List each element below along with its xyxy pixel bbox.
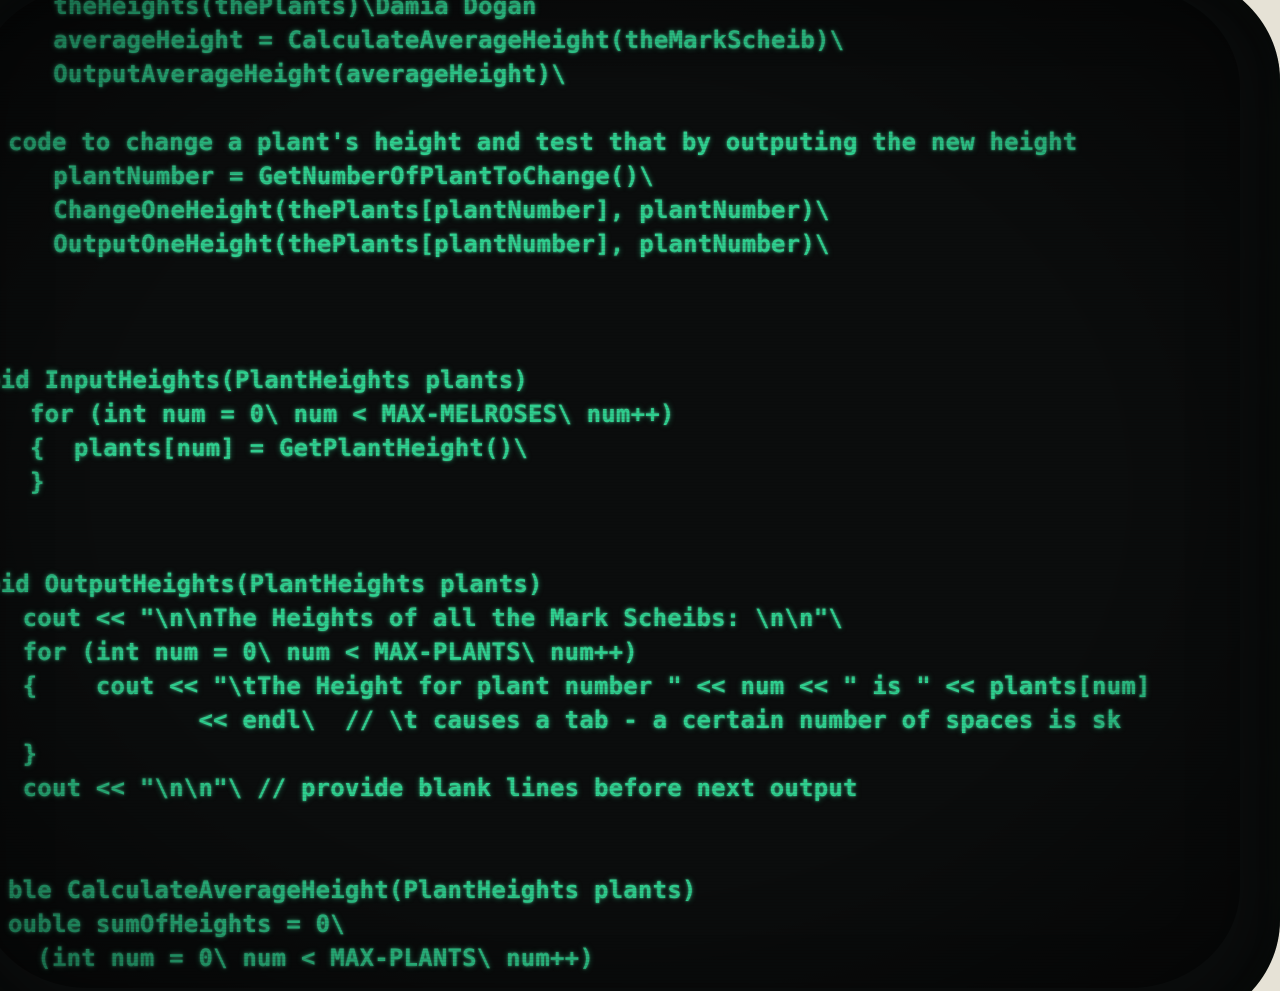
code-line: << endl\ // \t causes a tab - a certain …	[8, 706, 1122, 734]
code-line: for (int num = 0\ num < MAX-PLANTS\ num+…	[8, 638, 638, 666]
code-line: oid InputHeights(PlantHeights plants)	[0, 366, 529, 394]
code-line: cout << "\n\nThe Heights of all the Mark…	[8, 604, 844, 632]
code-line: ChangeOneHeight(thePlants[plantNumber], …	[0, 196, 830, 224]
crt-monitor-scene: theHeights(thePlants)\Damia Dogan averag…	[0, 0, 1280, 991]
code-line: { plants[num] = GetPlantHeight()\	[0, 434, 529, 462]
code-line: OutputOneHeight(thePlants[plantNumber], …	[0, 230, 830, 258]
crt-screen: theHeights(thePlants)\Damia Dogan averag…	[0, 0, 1280, 991]
code-line: ouble sumOfHeights = 0\	[8, 910, 345, 938]
code-line: averageHeight = CalculateAverageHeight(t…	[0, 26, 845, 54]
code-line: code to change a plant's height and test…	[8, 128, 1078, 156]
code-line: (int num = 0\ num < MAX-PLANTS\ num++)	[8, 944, 594, 972]
code-line: }	[29, 468, 45, 496]
code-line: cout << "\n\n"\ // provide blank lines b…	[8, 774, 858, 802]
code-line: plantNumber = GetNumberOfPlantToChange()…	[0, 162, 654, 190]
code-line: }	[8, 740, 38, 768]
code-listing: theHeights(thePlants)\Damia Dogan averag…	[0, 0, 1240, 972]
code-line: for (int num = 0\ num < MAX-MELROSES\ nu…	[0, 400, 675, 428]
screen-viewport: theHeights(thePlants)\Damia Dogan averag…	[0, 0, 1240, 988]
code-line: oid OutputHeights(PlantHeights plants)	[0, 570, 543, 598]
code-line: OutputAverageHeight(averageHeight)\	[0, 60, 566, 88]
code-line: theHeights(thePlants)\Damia Dogan	[0, 0, 537, 20]
code-line: { cout << "\tThe Height for plant number…	[8, 672, 1151, 700]
code-line: ble CalculateAverageHeight(PlantHeights …	[8, 876, 697, 904]
